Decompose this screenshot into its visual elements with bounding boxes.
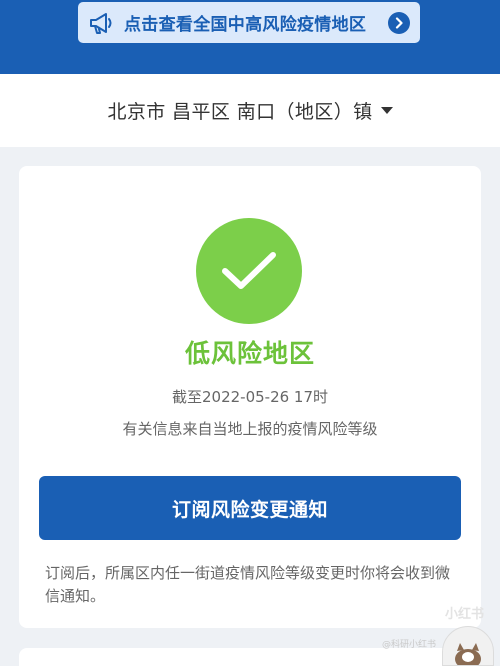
location-text: 北京市 昌平区 南口（地区）镇 xyxy=(107,101,373,123)
megaphone-icon xyxy=(90,12,112,34)
risk-status-card: 低风险地区 截至2022-05-26 17时 有关信息来自当地上报的疫情风险等级… xyxy=(19,166,481,628)
next-card xyxy=(19,648,481,666)
watermark-badge xyxy=(442,626,494,666)
location-selector[interactable]: 北京市 昌平区 南口（地区）镇 xyxy=(0,74,500,147)
chevron-right-icon xyxy=(388,11,410,34)
banner-text: 点击查看全国中高风险疫情地区 xyxy=(124,15,367,35)
as-of-timestamp: 截至2022-05-26 17时 xyxy=(171,388,329,406)
caret-down-icon xyxy=(380,107,393,114)
subscribe-description: 订阅后，所属区内任一街道疫情风险等级变更时你将会收到微信通知。 xyxy=(45,564,451,605)
subscribe-button[interactable]: 订阅风险变更通知 xyxy=(39,476,461,540)
high-risk-areas-banner[interactable]: 点击查看全国中高风险疫情地区 xyxy=(78,2,420,43)
watermark-logo: 小红书 xyxy=(444,607,484,622)
source-note: 有关信息来自当地上报的疫情风险等级 xyxy=(122,420,378,438)
watermark-caption: @科研小红书 xyxy=(381,640,436,650)
risk-level-label: 低风险地区 xyxy=(184,339,315,368)
checkmark-icon xyxy=(196,218,302,324)
header-band: 点击查看全国中高风险疫情地区 xyxy=(0,0,500,74)
